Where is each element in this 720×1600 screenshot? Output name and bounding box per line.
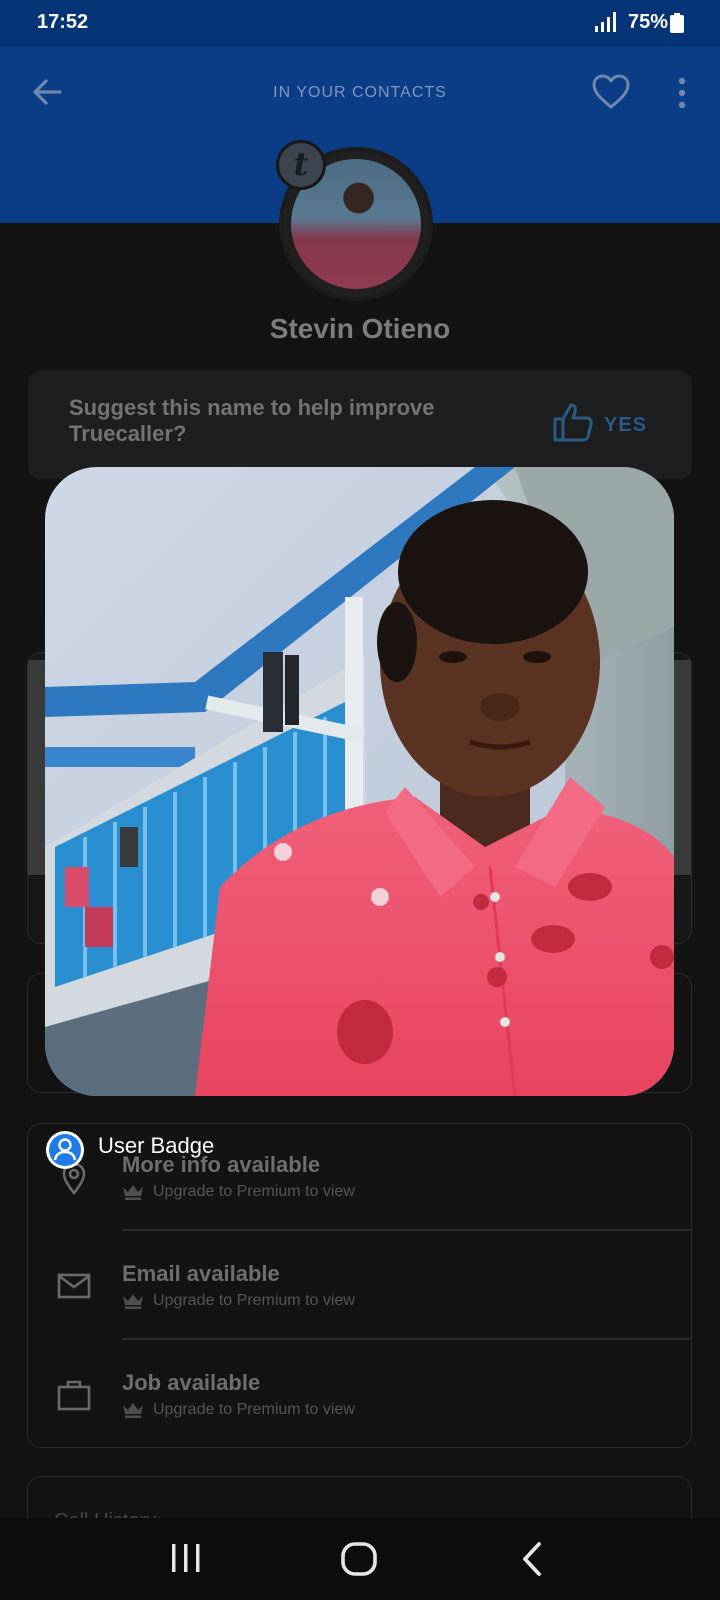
premium-crown-icon — [123, 1185, 143, 1200]
suggest-name-text: Suggest this name to help improve Trueca… — [69, 395, 435, 446]
premium-crown-icon — [123, 1403, 143, 1418]
user-badge-label: User Badge — [98, 1133, 215, 1158]
premium-crown-icon — [123, 1294, 143, 1309]
truecaller-badge-icon: t — [276, 140, 326, 190]
battery-percentage: 75% — [628, 11, 669, 33]
signal-icon — [595, 12, 616, 32]
info-item-subtitle[interactable]: Upgrade to Premium to view — [153, 1292, 355, 1310]
thumbs-up-icon[interactable] — [552, 402, 594, 442]
yes-button[interactable]: YES — [604, 414, 647, 437]
status-bar: 17:52 75% — [0, 0, 720, 46]
more-options-icon[interactable] — [670, 76, 694, 110]
heart-icon[interactable] — [590, 72, 632, 112]
info-item-title: Job available — [122, 1370, 261, 1395]
contact-name: Stevin Otieno — [269, 313, 451, 344]
nav-back-icon[interactable] — [518, 1540, 546, 1578]
profile-photo-preview[interactable] — [45, 467, 674, 1096]
info-item-subtitle[interactable]: Upgrade to Premium to view — [153, 1401, 355, 1419]
info-item-subtitle[interactable]: Upgrade to Premium to view — [153, 1183, 355, 1201]
divider — [122, 1229, 692, 1231]
home-icon[interactable] — [340, 1540, 378, 1578]
email-icon — [57, 1273, 91, 1299]
profile-photo-image — [45, 467, 674, 1096]
status-time: 17:52 — [37, 11, 89, 33]
briefcase-icon — [57, 1380, 91, 1411]
divider — [122, 1338, 692, 1340]
recent-apps-icon[interactable] — [168, 1541, 204, 1575]
user-badge-icon — [46, 1131, 84, 1169]
battery-icon — [670, 13, 684, 33]
info-item-title: Email available — [122, 1261, 280, 1286]
